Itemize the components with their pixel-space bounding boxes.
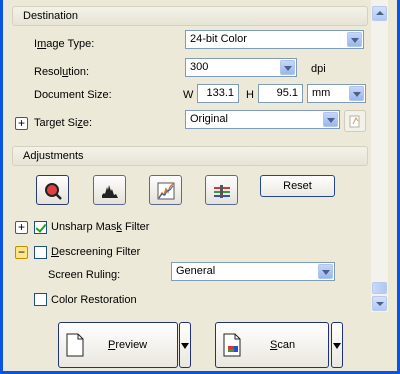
reset-button[interactable]: Reset (260, 175, 335, 197)
screen-ruling-value: General (176, 265, 216, 277)
vertical-scrollbar[interactable] (371, 0, 388, 312)
preview-label: Preview (108, 339, 148, 351)
color-restoration-checkbox[interactable] (34, 293, 47, 306)
auto-exposure-button[interactable] (36, 175, 69, 205)
document-icon (66, 333, 84, 357)
unit-select[interactable]: mm (307, 84, 366, 103)
preview-button[interactable]: Preview (58, 322, 178, 368)
orientation-button[interactable] (344, 110, 366, 132)
unsharp-mask-label: Unsharp Mask Filter (51, 221, 150, 233)
height-input[interactable]: 95.1 (258, 84, 303, 103)
scan-label: Scan (270, 339, 296, 351)
image-adjustment-icon (214, 185, 230, 198)
width-label: W (183, 89, 194, 101)
unsharp-expand-button[interactable]: + (15, 221, 28, 234)
scroll-thumb[interactable] (372, 282, 387, 294)
image-type-select[interactable]: 24-bit Color (185, 30, 364, 49)
action-bar: Preview Scan (3, 312, 397, 371)
resolution-label: Resolution: (34, 66, 90, 78)
width-input[interactable]: 133.1 (197, 84, 239, 103)
screen-ruling-select[interactable]: General (171, 262, 335, 281)
scroll-down-button[interactable] (372, 296, 387, 311)
unsharp-mask-checkbox[interactable] (34, 221, 47, 234)
histogram-button[interactable] (93, 175, 126, 205)
reset-label: Reset (283, 180, 312, 192)
page-orientation-icon (349, 115, 360, 128)
adjustments-header: Adjustments (12, 146, 368, 166)
image-adjustment-button[interactable] (205, 175, 238, 205)
chevron-down-icon[interactable] (323, 112, 338, 127)
target-size-value: Original (190, 113, 228, 125)
scan-icon (223, 333, 241, 357)
histogram-icon (102, 185, 118, 198)
color-restoration-label: Color Restoration (51, 294, 137, 306)
tone-correction-button[interactable] (149, 175, 182, 205)
image-type-label: Image Type: (34, 38, 95, 50)
adjustments-header-label: Adjustments (23, 150, 84, 162)
screen-ruling-label: Screen Ruling: (48, 269, 121, 281)
target-size-select[interactable]: Original (185, 110, 340, 129)
image-type-value: 24-bit Color (190, 33, 247, 45)
settings-panel: Destination Image Type: 24-bit Color Res… (3, 0, 371, 312)
descreening-checkbox[interactable] (34, 246, 47, 259)
chevron-down-icon[interactable] (347, 32, 362, 47)
scroll-up-button[interactable] (372, 6, 387, 21)
target-size-label: Target Size: (34, 117, 93, 129)
document-size-label: Document Size: (34, 89, 112, 101)
descreening-collapse-button[interactable]: − (15, 246, 28, 259)
destination-header-label: Destination (23, 10, 79, 22)
resolution-select[interactable]: 300 (185, 58, 297, 77)
unit-value: mm (312, 87, 331, 99)
chevron-down-icon[interactable] (349, 86, 364, 101)
tone-correction-icon (157, 182, 175, 200)
auto-exposure-icon (45, 183, 62, 200)
scan-button[interactable]: Scan (215, 322, 329, 368)
chevron-down-icon[interactable] (280, 60, 295, 75)
resolution-value: 300 (190, 61, 209, 73)
height-label: H (246, 89, 254, 101)
chevron-down-icon[interactable] (318, 264, 333, 279)
descreening-label: Descreening Filter (51, 246, 141, 258)
preview-dropdown-button[interactable] (179, 322, 191, 368)
scan-dropdown-button[interactable] (331, 322, 343, 368)
target-size-expand-button[interactable]: + (15, 117, 28, 130)
resolution-unit: dpi (311, 63, 326, 75)
destination-header: Destination (12, 6, 368, 26)
